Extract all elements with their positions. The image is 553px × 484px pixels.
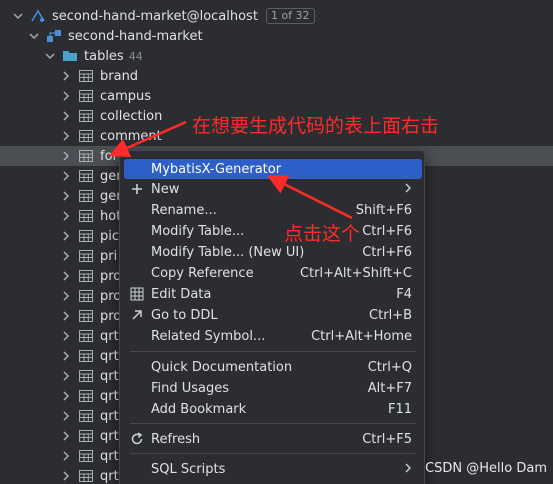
annotation-right-click: 在想要生成代码的表上面右击: [192, 115, 440, 137]
annotation-arrows: [108, 120, 353, 220]
watermark: CSDN @Hello Dam: [425, 461, 547, 476]
annotation-click-this: 点击这个: [284, 223, 361, 245]
